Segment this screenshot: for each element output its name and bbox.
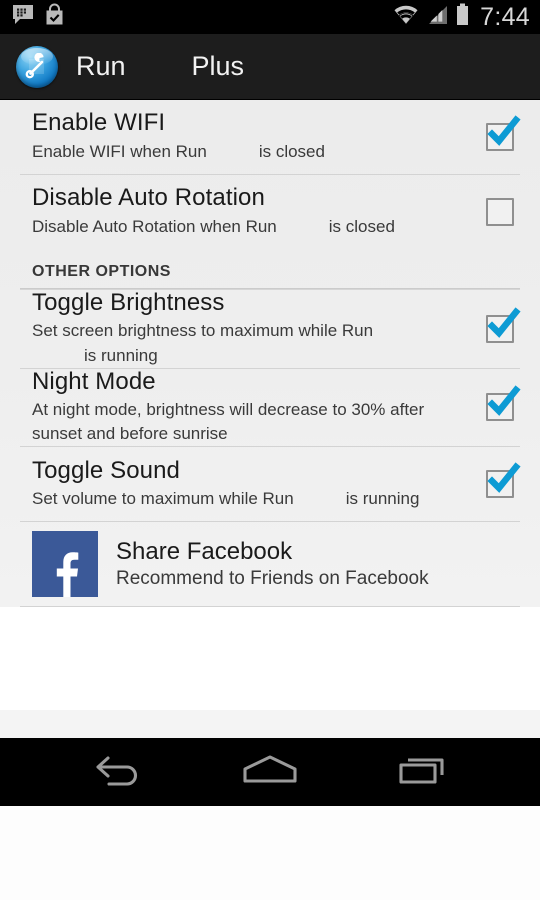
recents-icon (396, 753, 450, 792)
status-bar-left-icons (12, 3, 65, 31)
pref-row-disable-auto-rotation[interactable]: Disable Auto Rotation Disable Auto Rotat… (0, 175, 540, 249)
pref-summary-part1: Set volume to maximum while Run (32, 488, 294, 508)
pref-summary: Set screen brightness to maximum while R… (32, 319, 432, 367)
cellular-signal-icon (426, 4, 448, 31)
pref-summary-part1: Set screen brightness to maximum while R… (32, 321, 374, 341)
pref-row-night-mode[interactable]: Night Mode At night mode, brightness wil… (0, 367, 540, 447)
pref-text: Night Mode At night mode, brightness wil… (32, 367, 460, 447)
pref-text: Enable WIFI Enable WIFI when Run is close… (32, 109, 460, 164)
wifi-icon (393, 4, 419, 31)
pref-summary: Enable WIFI when Run is closed (32, 140, 432, 164)
battery-icon (455, 3, 470, 32)
page-title: Run (76, 51, 126, 81)
pref-summary: Disable Auto Rotation when Run is closed (32, 215, 432, 239)
action-bar-title-group: Run Plus (76, 53, 244, 80)
facebook-summary: Recommend to Friends on Facebook (116, 567, 429, 589)
navigation-bar (0, 738, 540, 806)
action-bar: Run Plus (0, 34, 540, 100)
pref-summary-part2: is running (345, 488, 420, 508)
app-wrench-icon (16, 45, 58, 88)
pref-title: Enable WIFI (32, 109, 166, 137)
section-header-label: OTHER OPTIONS (32, 263, 171, 280)
list-empty-area (0, 607, 540, 711)
facebook-text: Share Facebook Recommend to Friends on F… (116, 538, 429, 590)
status-bar-clock: 7:44 (480, 2, 530, 31)
home-icon (240, 753, 300, 792)
back-icon (90, 753, 144, 792)
checkbox-cell[interactable] (460, 462, 540, 499)
preference-list[interactable]: Enable WIFI Enable WIFI when Run is close… (0, 100, 540, 738)
checkbox-enable-wifi[interactable] (486, 115, 521, 151)
play-store-bag-icon (44, 3, 65, 31)
pref-summary-part2: is closed (328, 216, 395, 236)
pref-row-enable-wifi[interactable]: Enable WIFI Enable WIFI when Run is close… (0, 100, 540, 174)
pref-summary-part1: Disable Auto Rotation when Run (32, 216, 277, 236)
facebook-title: Share Facebook (116, 538, 293, 566)
checkbox-toggle-brightness[interactable] (486, 307, 521, 343)
bbm-chat-icon (12, 4, 34, 31)
pref-title: Toggle Sound (32, 456, 180, 484)
pref-text: Toggle Sound Set volume to maximum while… (32, 456, 460, 512)
page-title-suffix: Plus (191, 51, 245, 81)
checkbox-disable-auto-rotation[interactable] (486, 198, 514, 226)
checkbox-night-mode[interactable] (486, 385, 521, 422)
pref-row-toggle-sound[interactable]: Toggle Sound Set volume to maximum while… (0, 447, 540, 521)
home-button[interactable] (225, 738, 315, 806)
pref-row-share-facebook[interactable]: Share Facebook Recommend to Friends on F… (0, 522, 540, 606)
recents-button[interactable] (378, 738, 468, 806)
phone-screen: 7:44 Run Plus Enable WIFI Enable WIFI wh… (0, 0, 540, 900)
pref-title: Night Mode (32, 367, 156, 395)
pref-text: Toggle Brightness Set screen brightness … (32, 289, 460, 368)
pref-text: Disable Auto Rotation Disable Auto Rotat… (32, 184, 460, 239)
status-bar: 7:44 (0, 0, 540, 34)
pref-title: Toggle Brightness (32, 289, 225, 316)
checkbox-cell[interactable] (460, 198, 540, 226)
pref-summary: At night mode, brightness will decrease … (32, 400, 425, 444)
facebook-icon (32, 531, 98, 598)
section-header-other-options: OTHER OPTIONS (0, 249, 540, 288)
status-bar-right-icons: 7:44 (393, 3, 530, 32)
pref-summary-part2: is closed (258, 141, 325, 161)
pref-row-toggle-brightness[interactable]: Toggle Brightness Set screen brightness … (0, 289, 540, 368)
checkbox-toggle-sound[interactable] (486, 462, 521, 499)
pref-summary-part2: is running (84, 345, 158, 365)
back-button[interactable] (72, 738, 162, 806)
checkbox-cell[interactable] (460, 385, 540, 422)
pref-summary-part1: Enable WIFI when Run (32, 141, 207, 161)
checkbox-cell[interactable] (460, 115, 540, 151)
pref-title: Disable Auto Rotation (32, 184, 265, 212)
checkbox-cell[interactable] (460, 307, 540, 343)
pref-summary: Set volume to maximum while Run is runnin… (32, 487, 432, 511)
